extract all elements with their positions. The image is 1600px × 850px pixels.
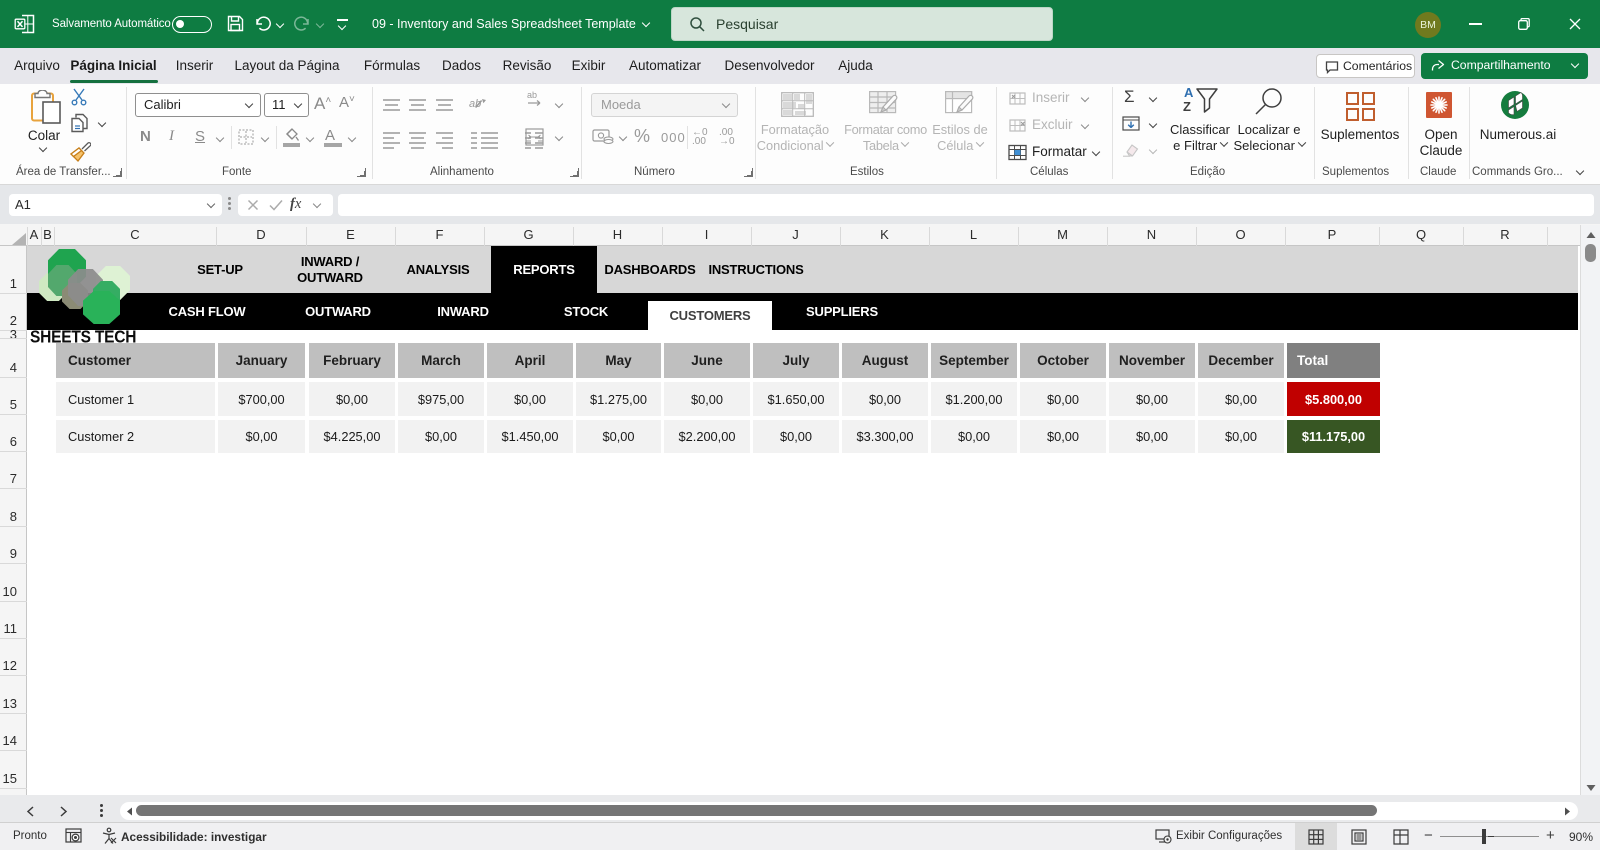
svg-text:ab: ab [469,98,481,110]
svg-text:ab: ab [527,90,537,100]
